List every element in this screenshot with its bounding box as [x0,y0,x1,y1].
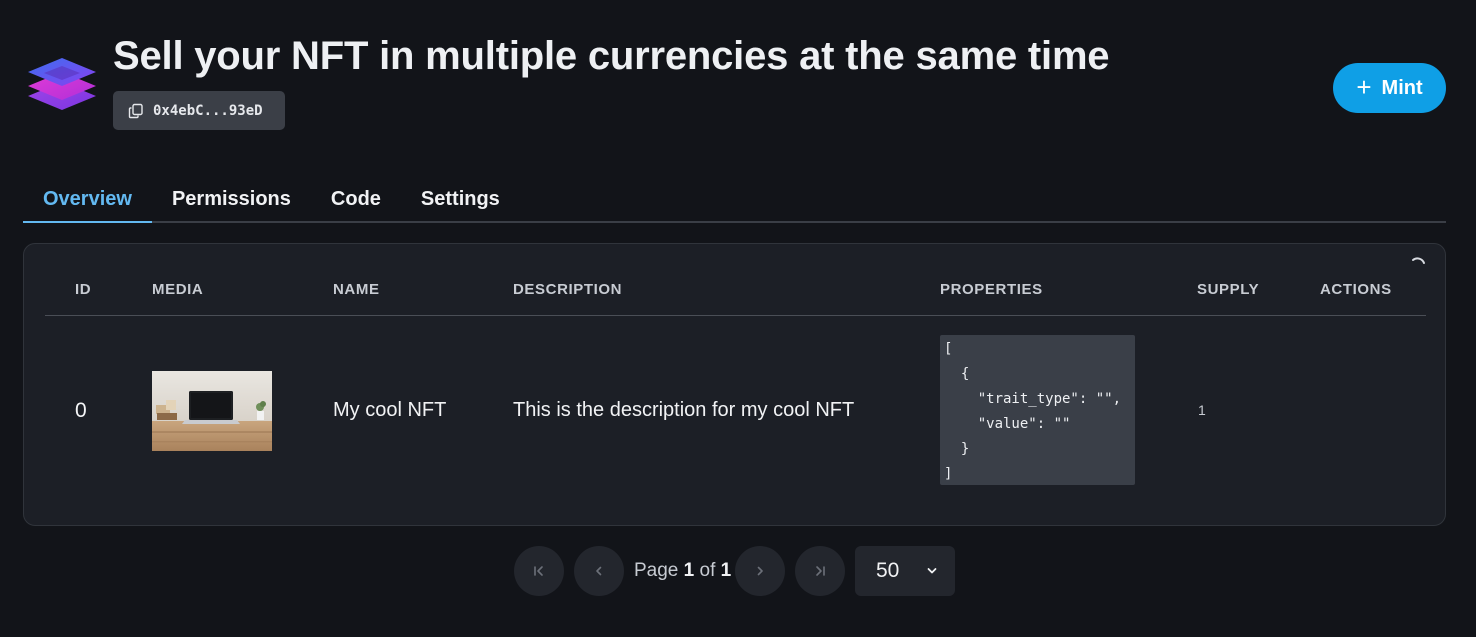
table-header: ID MEDIA NAME DESCRIPTION PROPERTIES SUP… [45,272,1426,316]
tab-permissions-label: Permissions [171,188,291,210]
column-header-properties: PROPERTIES [940,281,1043,298]
tab-code[interactable]: Code [311,181,401,223]
nft-media-image [152,371,272,451]
page-indicator: Page 1 of 1 [634,560,731,582]
tab-permissions[interactable]: Permissions [152,181,311,223]
previous-page-button[interactable] [574,546,624,596]
nft-supply: 1 [1198,402,1206,418]
column-header-name: NAME [333,281,380,298]
column-header-id: ID [75,281,92,298]
copy-icon [128,103,143,118]
chevron-down-icon [927,568,937,574]
column-header-media: MEDIA [152,281,204,298]
tab-settings[interactable]: Settings [401,181,520,223]
mint-button[interactable]: + Mint [1333,63,1446,113]
chevron-right-icon [757,566,763,576]
page-size-select[interactable]: 50 [855,546,955,596]
layers-logo-icon [28,56,98,120]
of-label: of [699,560,716,581]
column-header-description: DESCRIPTION [513,281,623,298]
nft-properties-json: [ { "trait_type": "", "value": "" } ] [940,335,1135,485]
column-header-supply: SUPPLY [1197,281,1260,298]
first-page-button[interactable] [514,546,564,596]
nft-id: 0 [75,399,87,422]
page-label: Page [634,560,679,581]
contract-address-copy-button[interactable]: 0x4ebC...93eD [113,91,285,130]
contract-address: 0x4ebC...93eD [153,102,263,119]
last-page-button[interactable] [795,546,845,596]
tab-code-label: Code [330,188,381,210]
column-header-actions: ACTIONS [1320,281,1392,298]
tab-bar: Overview Permissions Code Settings [23,181,1446,223]
current-page: 1 [683,560,695,581]
table-row[interactable]: 0 My cool NFT This is the description fo… [45,317,1426,525]
plus-icon: + [1356,72,1372,102]
last-page-icon [816,566,825,576]
spinner-icon [1412,257,1425,264]
page-size-value: 50 [876,559,900,582]
page-title: Sell your NFT in multiple currencies at … [113,34,1110,78]
tab-overview[interactable]: Overview [23,181,152,223]
next-page-button[interactable] [735,546,785,596]
tab-overview-label: Overview [43,188,132,210]
chevron-left-icon [596,566,602,576]
nft-name: My cool NFT [333,399,447,421]
nft-description: This is the description for my cool NFT [513,399,855,421]
mint-button-label: Mint [1381,76,1423,99]
nft-table: ID MEDIA NAME DESCRIPTION PROPERTIES SUP… [23,243,1446,526]
first-page-icon [534,566,543,576]
tab-settings-label: Settings [420,188,500,210]
total-pages: 1 [720,560,732,581]
